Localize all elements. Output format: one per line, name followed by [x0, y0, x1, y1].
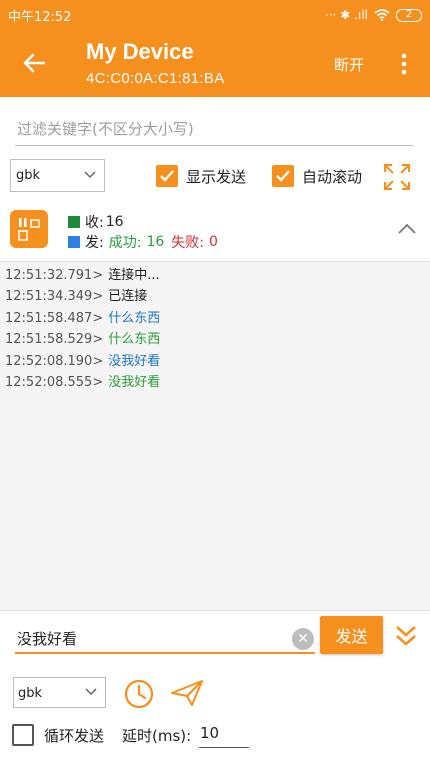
chevron-down-icon	[85, 688, 97, 696]
log-message: 什么东西	[108, 310, 161, 326]
chevron-down-icon	[84, 171, 96, 179]
status-indicators: ··· ✱ .ıll 2	[325, 8, 422, 22]
loop-send-checkbox[interactable]: 循环发送	[12, 722, 104, 748]
log-timestamp: 12:51:34.349>	[5, 289, 104, 305]
log-message: 没我好看	[108, 353, 161, 369]
disconnect-button[interactable]: 断开	[334, 54, 364, 75]
log-message: 已连接	[108, 289, 148, 305]
show-sent-label: 显示发送	[186, 167, 247, 186]
success-count: 16	[146, 234, 165, 250]
paper-plane-icon[interactable]	[170, 678, 204, 708]
stats-panel: 收: 16 发: 成功: 16 失败: 0	[0, 201, 430, 261]
received-stats: 收: 16	[68, 212, 124, 232]
arrow-left-icon	[23, 53, 45, 73]
fail-count: 0	[208, 234, 218, 250]
log-row: 12:51:32.791> 连接中...	[0, 265, 430, 286]
log-message: 连接中...	[108, 268, 160, 283]
device-title: My Device	[86, 39, 194, 64]
close-icon: ✕	[297, 631, 309, 647]
pause-clear-icon	[18, 218, 40, 241]
log-row: 12:52:08.555> 没我好看	[0, 372, 430, 393]
log-row: 12:51:34.349> 已连接	[0, 286, 430, 307]
auto-scroll-label: 自动滚动	[302, 167, 363, 186]
log-timestamp: 12:51:58.487>	[5, 310, 104, 326]
log-message: 什么东西	[108, 332, 161, 348]
top-bar: 中午12:52 ··· ✱ .ıll 2 My Device 4C:C0:0A:…	[0, 0, 430, 97]
received-color-swatch	[68, 216, 80, 228]
device-address: 4C:C0:0A:C1:81:BA	[86, 70, 225, 87]
status-time: 中午12:52	[8, 9, 72, 25]
sent-label: 发:	[85, 235, 104, 251]
app-bar: My Device 4C:C0:0A:C1:81:BA 断开	[0, 30, 430, 97]
send-encoding-select[interactable]: gbk	[13, 677, 106, 708]
battery-icon: 2	[396, 8, 422, 22]
log-timestamp: 12:52:08.555>	[5, 374, 104, 390]
status-bar: 中午12:52 ··· ✱ .ıll 2	[0, 0, 430, 30]
log-message: 没我好看	[108, 374, 161, 390]
filter-input[interactable]: 过滤关键字(不区分大小写)	[15, 108, 413, 146]
success-label: 成功:	[108, 235, 142, 251]
send-input[interactable]: 没我好看	[15, 626, 315, 654]
more-vertical-icon	[401, 53, 407, 75]
encoding-select[interactable]: gbk	[10, 159, 105, 192]
log-row: 12:51:58.487> 什么东西	[0, 308, 430, 329]
log-timestamp: 12:51:32.791>	[5, 268, 104, 283]
checkbox-checked-icon	[156, 165, 178, 187]
encoding-value: gbk	[16, 168, 41, 183]
log-row: 12:52:08.190> 没我好看	[0, 351, 430, 372]
sent-color-swatch	[68, 236, 80, 248]
more-options-button[interactable]	[392, 48, 416, 80]
wifi-icon	[374, 9, 390, 21]
log-timestamp: 12:52:08.190>	[5, 353, 104, 369]
clear-input-button[interactable]: ✕	[292, 628, 314, 650]
fail-label: 失败:	[171, 235, 204, 251]
delay-label: 延时(ms):	[122, 727, 192, 745]
pause-clear-button[interactable]	[10, 210, 48, 248]
loop-send-label: 循环发送	[44, 726, 105, 745]
signal-icons: ··· ✱ .ıll	[325, 8, 368, 22]
send-button[interactable]: 发送	[320, 616, 383, 654]
checkbox-unchecked-icon	[12, 724, 34, 746]
message-log[interactable]: 12:51:32.791> 连接中... 12:51:34.349> 已连接 12:51…	[0, 261, 430, 611]
sent-stats: 发: 成功: 16 失败: 0	[68, 232, 218, 252]
delay-input[interactable]: 10	[199, 724, 249, 748]
fullscreen-icon[interactable]	[383, 163, 411, 191]
send-row: 没我好看 ✕ 发送	[0, 612, 430, 662]
log-timestamp: 12:51:58.529>	[5, 332, 104, 348]
send-encoding-value: gbk	[18, 686, 43, 701]
show-sent-checkbox[interactable]: 显示发送	[156, 165, 246, 187]
back-button[interactable]	[16, 47, 52, 79]
double-chevron-down-icon[interactable]	[394, 622, 418, 650]
checkbox-checked-icon	[272, 165, 294, 187]
received-label: 收:	[85, 215, 104, 231]
log-row: 12:51:58.529> 什么东西	[0, 329, 430, 350]
auto-scroll-checkbox[interactable]: 自动滚动	[272, 165, 362, 187]
chevron-up-icon[interactable]	[395, 219, 419, 239]
clock-icon[interactable]	[123, 678, 155, 710]
received-count: 16	[105, 214, 124, 230]
